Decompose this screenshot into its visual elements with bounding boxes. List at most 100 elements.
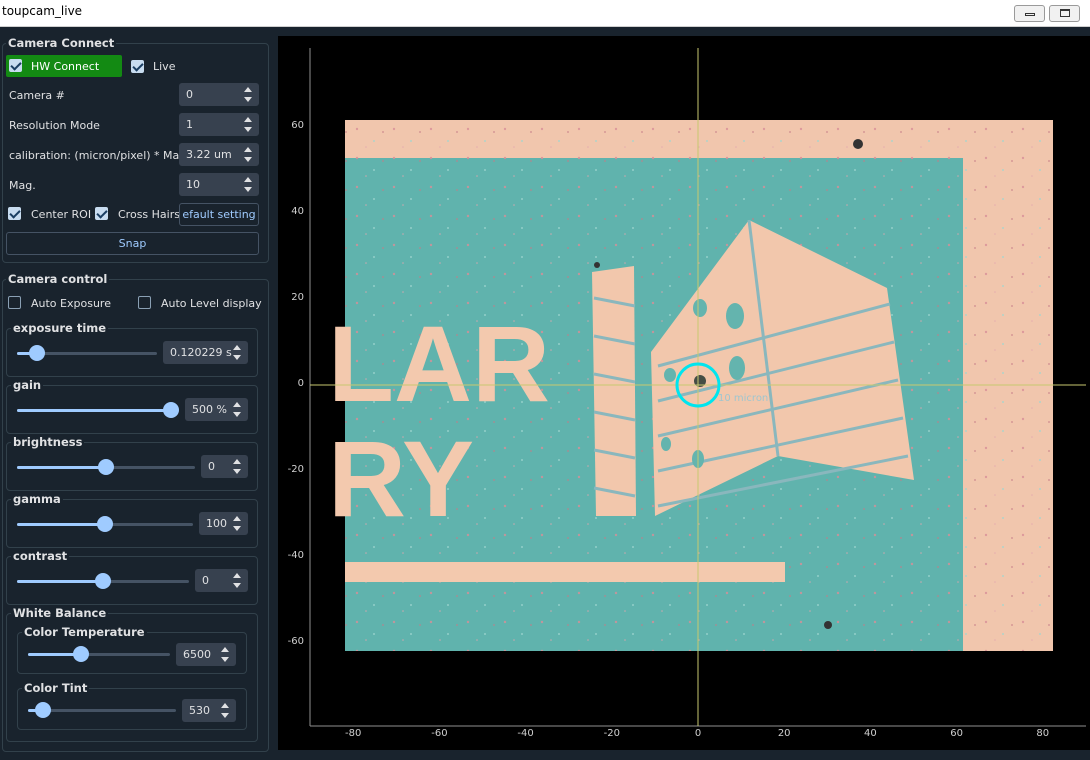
spin-up-icon[interactable] <box>244 87 252 92</box>
calibration-label: calibration: (micron/pixel) * Mag. <box>9 149 190 162</box>
spin-up-icon[interactable] <box>244 177 252 182</box>
slider-handle[interactable] <box>29 345 45 361</box>
window-titlebar: toupcam_live <box>0 0 1090 27</box>
color-tint-value: 530 <box>189 704 210 717</box>
exposure-time-value: 0.120229 s <box>170 346 232 359</box>
exposure-time-title: exposure time <box>11 321 109 335</box>
color-tint-slider[interactable] <box>28 702 176 718</box>
contrast-title: contrast <box>11 549 70 563</box>
spin-up-icon[interactable] <box>233 516 241 521</box>
x-tick-label: -40 <box>517 728 534 739</box>
live-label: Live <box>153 60 176 73</box>
x-tick-label: -60 <box>431 728 448 739</box>
mag-spinbox[interactable]: 10 <box>179 173 259 196</box>
y-tick-label: -20 <box>287 464 304 475</box>
center-roi-checkbox[interactable] <box>8 207 21 220</box>
window-title: toupcam_live <box>2 4 83 18</box>
spin-down-icon[interactable] <box>244 187 252 192</box>
hw-connect-toggle[interactable]: HW Connect <box>6 55 122 77</box>
slider-handle[interactable] <box>97 516 113 532</box>
slider-handle[interactable] <box>35 702 51 718</box>
gain-title: gain <box>11 378 44 392</box>
slider-handle[interactable] <box>73 646 89 662</box>
spin-down-icon[interactable] <box>244 157 252 162</box>
spin-up-icon[interactable] <box>221 703 229 708</box>
camera-number-spinbox[interactable]: 0 <box>179 83 259 106</box>
gamma-spinbox[interactable]: 100 <box>199 512 248 535</box>
spin-down-icon[interactable] <box>221 713 229 718</box>
spin-down-icon[interactable] <box>233 526 241 531</box>
spin-up-icon[interactable] <box>244 117 252 122</box>
spin-down-icon[interactable] <box>233 469 241 474</box>
cross-hairs-checkbox[interactable] <box>95 207 108 220</box>
spin-up-icon[interactable] <box>244 147 252 152</box>
color-temperature-slider[interactable] <box>28 646 170 662</box>
mag-value: 10 <box>186 178 200 191</box>
spin-down-icon[interactable] <box>233 412 241 417</box>
color-tint-title: Color Tint <box>22 681 90 695</box>
slider-fill <box>17 523 105 526</box>
spin-down-icon[interactable] <box>244 97 252 102</box>
resolution-mode-label: Resolution Mode <box>9 119 100 132</box>
slider-handle[interactable] <box>95 573 111 589</box>
contrast-spinbox[interactable]: 0 <box>195 569 248 592</box>
x-tick-label: -20 <box>603 728 620 739</box>
contrast-slider[interactable] <box>17 573 189 589</box>
brightness-value: 0 <box>208 460 215 473</box>
auto-exposure-checkbox[interactable] <box>8 296 21 309</box>
slider-handle[interactable] <box>98 459 114 475</box>
gamma-value: 100 <box>206 517 227 530</box>
spin-up-icon[interactable] <box>233 459 241 464</box>
spin-down-icon[interactable] <box>233 583 241 588</box>
auto-level-checkbox[interactable] <box>138 296 151 309</box>
spin-up-icon[interactable] <box>233 573 241 578</box>
color-temperature-spinbox[interactable]: 6500 <box>176 643 236 666</box>
default-setting-label: efault setting <box>182 208 256 221</box>
gain-value: 500 % <box>192 403 227 416</box>
spin-down-icon[interactable] <box>233 355 241 360</box>
restore-button[interactable] <box>1049 5 1080 22</box>
y-tick-label: -60 <box>287 636 304 647</box>
spin-down-icon[interactable] <box>244 127 252 132</box>
snap-button[interactable]: Snap <box>6 232 259 255</box>
brightness-spinbox[interactable]: 0 <box>201 455 248 478</box>
gamma-slider[interactable] <box>17 516 193 532</box>
camera-connect-title: Camera Connect <box>6 36 117 50</box>
x-tick-label: 0 <box>694 728 702 739</box>
camera-number-label: Camera # <box>9 89 65 102</box>
image-bar-stripe <box>345 562 785 582</box>
minimize-button[interactable] <box>1014 5 1045 22</box>
live-image-plot[interactable]: LAR RY 10 micron -80 -60 -40 -20 0 20 40… <box>278 36 1090 750</box>
hw-connect-label: HW Connect <box>31 60 100 73</box>
auto-level-label: Auto Level display <box>161 297 262 310</box>
dust-speck <box>824 621 832 629</box>
spin-up-icon[interactable] <box>221 647 229 652</box>
calibration-value: 3.22 um <box>186 148 232 161</box>
live-image-canvas: LAR RY 10 micron <box>309 48 1086 727</box>
live-checkbox[interactable] <box>131 60 144 73</box>
dust-speck <box>594 262 600 268</box>
minimize-icon <box>1025 13 1035 16</box>
slider-handle[interactable] <box>163 402 179 418</box>
exposure-time-slider[interactable] <box>17 345 157 361</box>
gain-slider[interactable] <box>17 402 179 418</box>
contrast-value: 0 <box>202 574 209 587</box>
camera-control-title: Camera control <box>6 272 110 286</box>
hw-connect-checkbox[interactable] <box>9 59 22 72</box>
x-tick-label: 20 <box>777 728 791 739</box>
resolution-mode-spinbox[interactable]: 1 <box>179 113 259 136</box>
spin-down-icon[interactable] <box>221 657 229 662</box>
gain-spinbox[interactable]: 500 % <box>185 398 248 421</box>
white-balance-title: White Balance <box>11 606 109 620</box>
spin-up-icon[interactable] <box>233 345 241 350</box>
spin-up-icon[interactable] <box>233 402 241 407</box>
status-strip <box>278 750 1090 760</box>
default-setting-button[interactable]: efault setting <box>179 203 259 226</box>
brightness-slider[interactable] <box>17 459 195 475</box>
controls-panel: Camera Connect HW Connect Live Camera # … <box>0 28 276 760</box>
calibration-spinbox[interactable]: 3.22 um <box>179 143 259 166</box>
exposure-time-spinbox[interactable]: 0.120229 s <box>163 341 248 364</box>
color-tint-spinbox[interactable]: 530 <box>182 699 236 722</box>
snap-label: Snap <box>118 237 147 250</box>
y-tick-label: -40 <box>287 550 304 561</box>
